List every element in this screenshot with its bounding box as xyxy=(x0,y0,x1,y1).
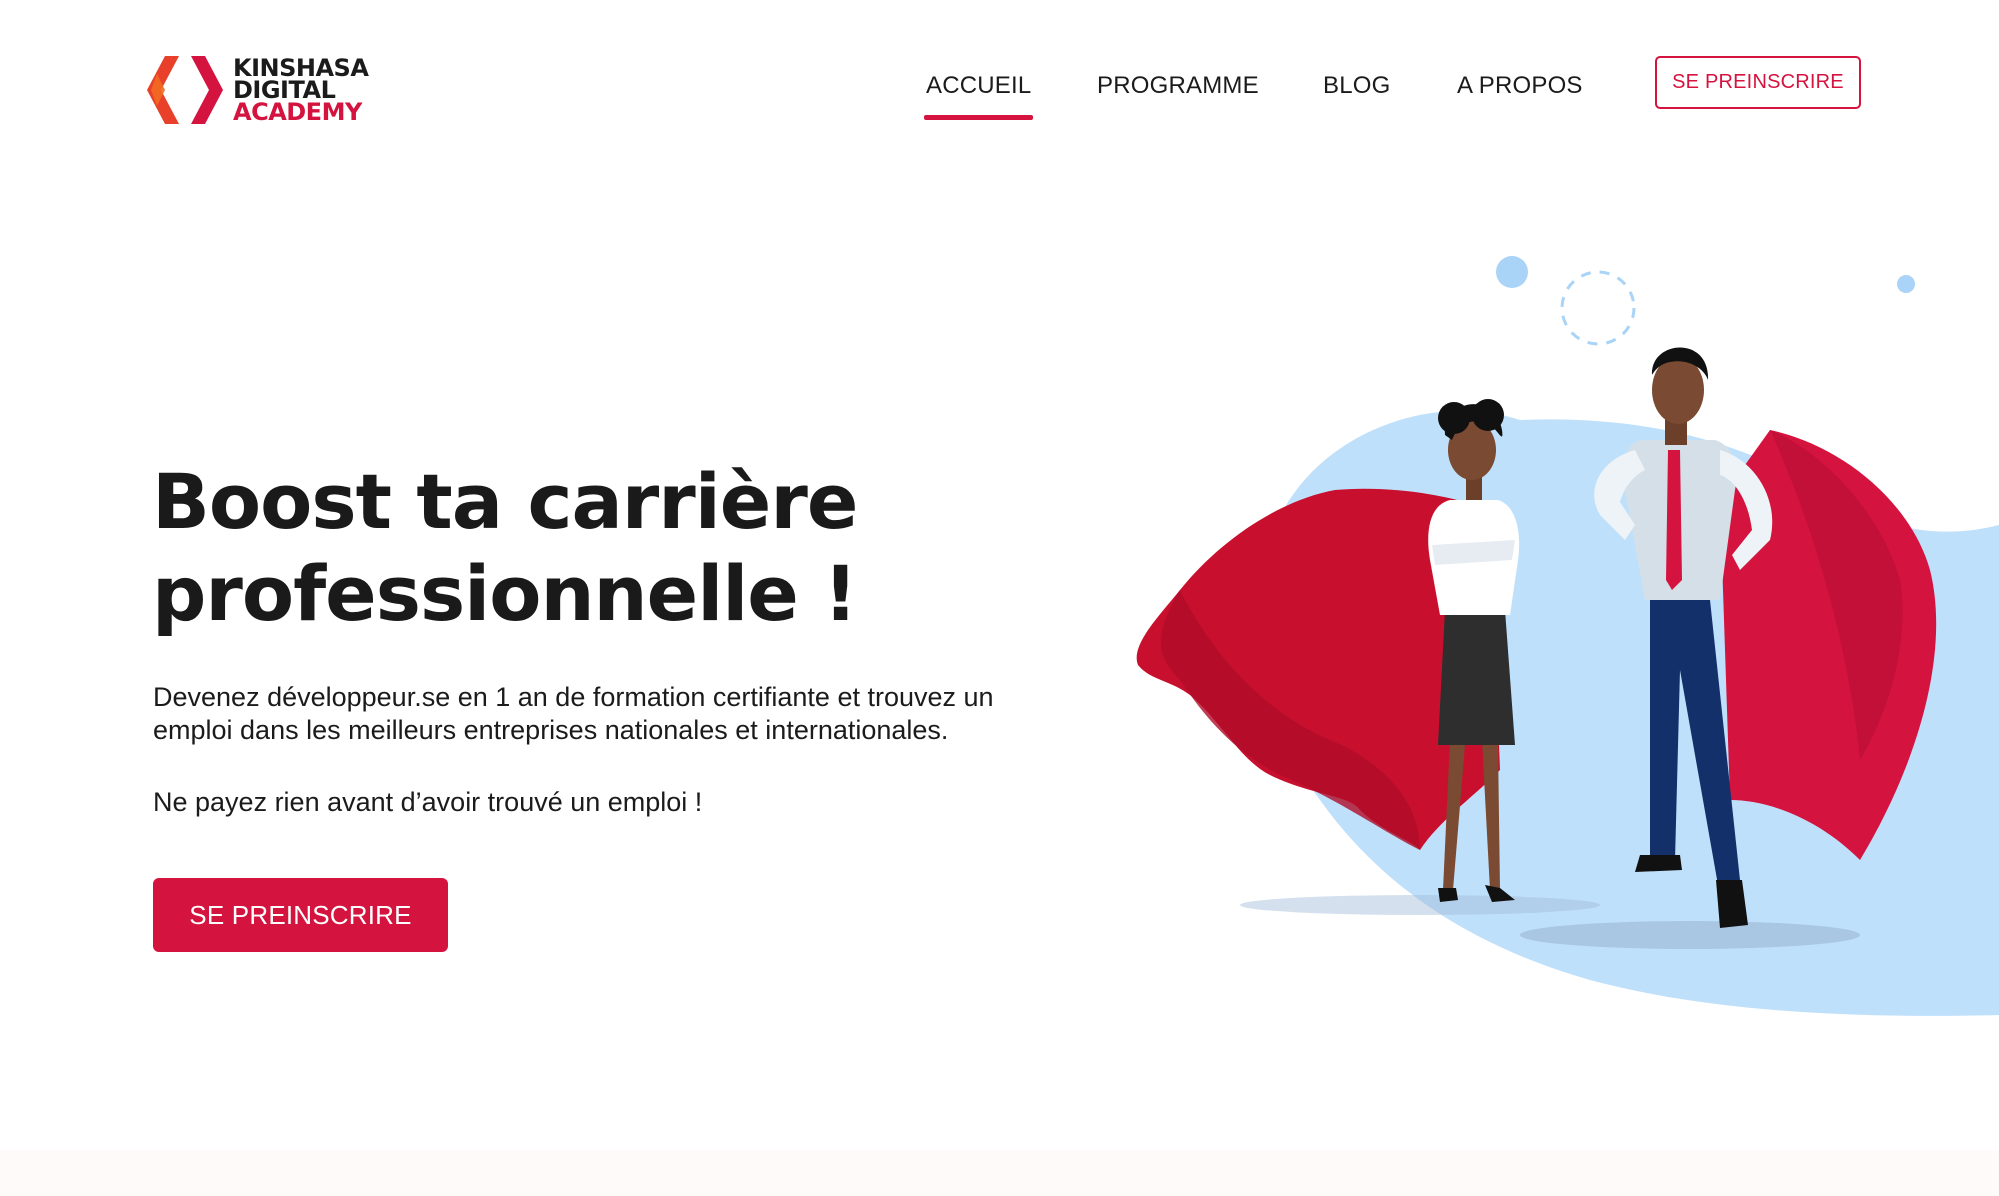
nav-item-a-propos[interactable]: A PROPOS xyxy=(1457,72,1583,100)
hero-title-line2: professionnelle ! xyxy=(152,549,858,638)
nav-item-blog[interactable]: BLOG xyxy=(1323,72,1391,100)
decor-dot-small xyxy=(1897,275,1915,293)
hero-note: Ne payez rien avant d’avoir trouvé un em… xyxy=(153,787,703,817)
main-nav: ACCUEIL PROGRAMME BLOG A PROPOS SE PREIN… xyxy=(0,56,1999,120)
decor-dot-large xyxy=(1496,256,1528,288)
hero-title: Boost ta carrière professionnelle ! xyxy=(152,456,972,640)
hero-illustration xyxy=(1136,256,1999,1016)
nav-item-programme[interactable]: PROGRAMME xyxy=(1097,72,1259,100)
header-preinscription-button[interactable]: SE PREINSCRIRE xyxy=(1655,56,1861,109)
hero-title-line1: Boost ta carrière xyxy=(152,457,858,546)
decor-dashed-ring xyxy=(1560,270,1636,346)
hero-preinscription-button[interactable]: SE PREINSCRIRE xyxy=(153,878,448,952)
next-section-edge xyxy=(0,1150,1999,1196)
nav-item-accueil[interactable]: ACCUEIL xyxy=(923,72,1034,120)
page: KINSHASA DIGITAL ACADEMY ACCUEIL PROGRAM… xyxy=(0,0,1999,1196)
hero-description: Devenez développeur.se en 1 an de format… xyxy=(153,682,994,745)
